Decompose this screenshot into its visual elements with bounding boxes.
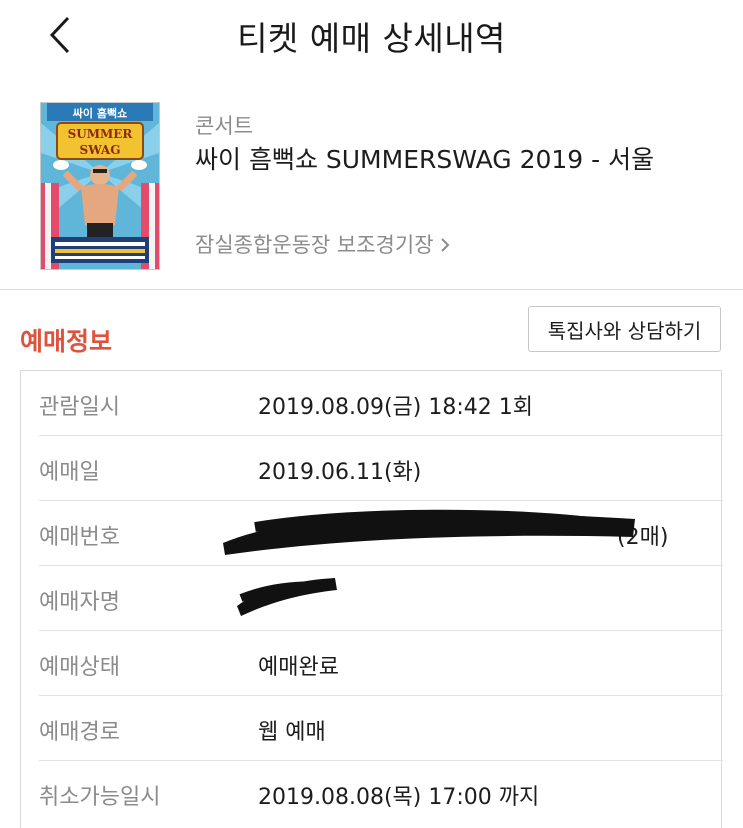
info-value: 2019.08.09(금) 18:42 1회 [258,395,533,420]
header: 티켓 예매 상세내역 [0,0,743,72]
info-row-channel: 예매경로 웹 예매 [39,696,723,761]
event-poster[interactable]: 싸이 흠뻑쇼 SUMMER SWAG [40,102,160,270]
venue-link[interactable]: 잠실종합운동장 보조경기장 [195,229,450,259]
info-label: 관람일시 [39,395,120,420]
info-row-status: 예매상태 예매완료 [39,631,723,696]
venue-label: 잠실종합운동장 보조경기장 [195,233,434,257]
info-row-booker-name: 예매자명 [39,566,723,631]
redaction-scribble [223,509,635,555]
poster-top-text: 싸이 흠뻑쇼 [73,106,127,120]
info-row-view-date: 관람일시 2019.08.09(금) 18:42 1회 [39,371,723,436]
redaction-scribble [237,578,337,616]
chevron-right-icon [440,234,450,258]
info-label: 예매상태 [39,655,120,680]
event-title: 싸이 흠뻑쇼 SUMMERSWAG 2019 - 서울 [195,145,655,174]
page-title: 티켓 예매 상세내역 [237,19,506,58]
info-value: 2019.08.08(목) 17:00 까지 [258,785,540,810]
consult-button[interactable]: 톡집사와 상담하기 [528,306,721,352]
info-value: 웹 예매 [258,720,326,745]
info-label: 예매경로 [39,720,120,745]
info-row-booking-date: 예매일 2019.06.11(화) [39,436,723,501]
info-label: 취소가능일시 [39,785,161,810]
info-label: 예매자명 [39,590,120,615]
section-divider [0,289,743,290]
booking-info-table: 관람일시 2019.08.09(금) 18:42 1회 예매일 2019.06.… [20,370,723,828]
poster-logo-line2: SWAG [80,143,121,157]
info-value: 2019.06.11(화) [258,460,422,485]
poster-logo-line1: SUMMER [68,127,134,141]
poster-image: 싸이 흠뻑쇼 SUMMER SWAG [41,103,159,269]
info-value: 예매완료 [258,655,339,680]
section-title: 예매정보 [20,327,113,356]
info-label: 예매번호 [39,525,120,550]
event-category: 콘서트 [195,114,253,138]
info-row-cancel-deadline: 취소가능일시 2019.08.08(목) 17:00 까지 [39,761,723,826]
info-label: 예매일 [39,460,100,485]
info-row-booking-number: 예매번호 T14 (2매) [39,501,723,566]
